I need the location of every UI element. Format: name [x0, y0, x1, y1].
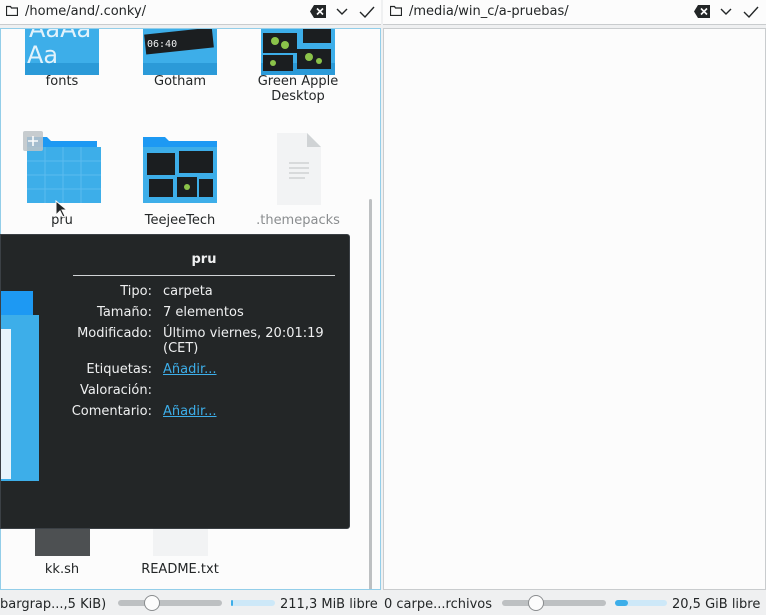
folder-green-apple-icon — [261, 29, 335, 75]
status-text-right: 0 carpe...rchivos — [384, 597, 492, 612]
add-comment-link[interactable]: Añadir... — [163, 404, 217, 419]
folder-item-green-apple-desktop[interactable]: Green Apple Desktop — [239, 29, 357, 114]
file-info-tooltip: pru Tipo: carpeta Tamaño: 7 elementos Mo… — [0, 234, 350, 529]
folder-item-teejeetech[interactable]: TeejeeTech — [121, 131, 239, 231]
scrollbar-left[interactable] — [369, 199, 372, 589]
item-label: kk.sh — [44, 562, 80, 577]
folder-teejeetech-icon — [143, 137, 217, 203]
space-bar-left — [231, 600, 275, 606]
file-view-right[interactable] — [383, 28, 766, 590]
space-bar-fill — [231, 600, 234, 606]
location-path[interactable]: /media/win_c/a-pruebas/ — [409, 4, 569, 19]
tooltip-key-comment: Comentario: — [71, 404, 152, 419]
text-file-icon — [277, 133, 321, 205]
location-bar-right[interactable]: /media/win_c/a-pruebas/ — [383, 0, 766, 25]
mouse-pointer-icon — [55, 200, 67, 218]
item-label: Green Apple Desktop — [257, 74, 339, 104]
zoom-slider-left[interactable] — [118, 595, 222, 611]
chevron-down-icon[interactable] — [719, 4, 733, 19]
tooltip-key-size: Tamaño: — [97, 305, 152, 320]
item-label: .themepacks — [256, 213, 340, 228]
item-label: README.txt — [141, 562, 219, 577]
tooltip-value-type: carpeta — [163, 284, 213, 299]
tooltip-separator — [73, 275, 335, 276]
tooltip-value-modified-tz: (CET) — [163, 341, 199, 356]
tooltip-value-size: 7 elementos — [163, 305, 244, 320]
item-label: Gotham — [154, 74, 206, 89]
folder-fonts-icon: AaAa Aa — [25, 29, 99, 75]
tooltip-key-tags: Etiquetas: — [86, 362, 152, 377]
item-label: TeejeeTech — [144, 213, 216, 228]
clear-icon[interactable] — [694, 5, 710, 18]
folder-gotham-icon: 06:40 — [143, 29, 217, 75]
tooltip-key-modified: Modificado: — [77, 326, 152, 341]
folder-icon — [390, 5, 402, 16]
checkmark-icon[interactable] — [742, 3, 760, 21]
folder-preview-icon — [1, 291, 39, 481]
checkmark-icon[interactable] — [358, 3, 376, 21]
status-text-left: bargrap...,5 KiB) — [0, 597, 107, 612]
chevron-down-icon[interactable] — [335, 4, 349, 19]
folder-item-gotham[interactable]: 06:40 Gotham — [121, 29, 239, 99]
folder-item-fonts[interactable]: AaAa Aa fonts — [3, 29, 121, 99]
tooltip-key-type: Tipo: — [120, 284, 152, 299]
tooltip-key-rating: Valoración: — [79, 383, 152, 398]
space-bar-right — [615, 600, 667, 606]
clear-icon[interactable] — [310, 5, 326, 18]
tooltip-value-modified: Último viernes, 20:01:19 — [163, 326, 324, 341]
zoom-slider-right[interactable] — [502, 595, 606, 611]
free-space-right: 20,5 GiB libre — [672, 597, 761, 612]
svg-text:Aa: Aa — [27, 41, 58, 69]
folder-icon — [6, 5, 18, 16]
clock-text: 06:40 — [147, 39, 177, 50]
tooltip-title: pru — [191, 252, 217, 267]
file-item-themepacks[interactable]: .themepacks — [239, 131, 357, 231]
status-bar: bargrap...,5 KiB) 211,3 MiB libre 0 carp… — [0, 590, 766, 615]
add-tags-link[interactable]: Añadir... — [163, 362, 217, 377]
space-bar-fill — [615, 600, 628, 606]
right-pane: /media/win_c/a-pruebas/ — [383, 0, 766, 590]
item-label: fonts — [45, 74, 79, 89]
location-path[interactable]: /home/and/.conky/ — [25, 4, 146, 19]
folder-pru-icon — [23, 131, 101, 203]
location-bar-left[interactable]: /home/and/.conky/ — [0, 0, 381, 25]
free-space-left: 211,3 MiB libre — [280, 597, 378, 612]
zoom-slider-handle[interactable] — [528, 595, 545, 611]
zoom-slider-handle[interactable] — [144, 595, 161, 611]
